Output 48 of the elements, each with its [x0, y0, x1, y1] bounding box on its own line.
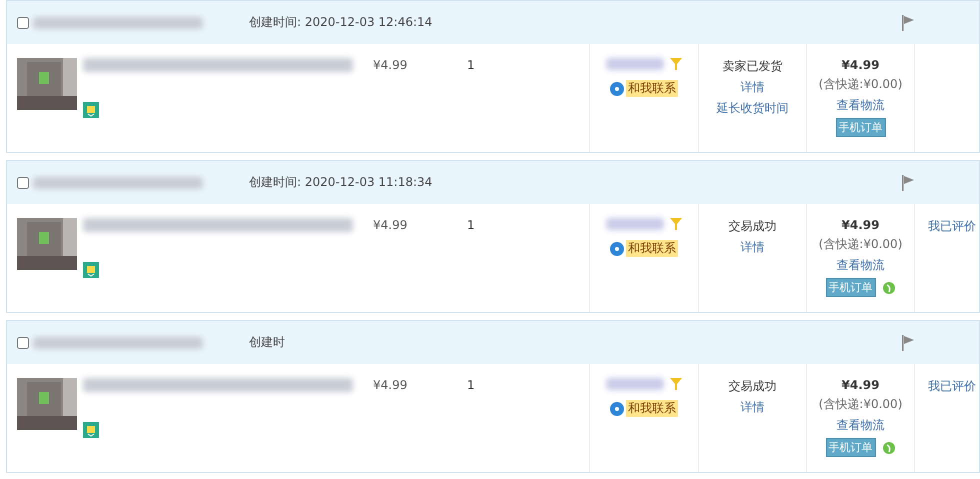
- status-link[interactable]: 详情: [740, 79, 764, 96]
- bag-icon: [83, 422, 99, 438]
- unit-price: ¥4.99: [373, 58, 408, 72]
- total-price: ¥4.99: [842, 218, 880, 232]
- status-link[interactable]: 详情: [740, 239, 764, 256]
- mobile-order-tag: 手机订单: [826, 438, 876, 457]
- total-price: ¥4.99: [842, 378, 880, 392]
- status-link[interactable]: 延长收货时间: [716, 100, 788, 117]
- logistics-link[interactable]: 查看物流: [836, 257, 884, 274]
- chat-icon: [610, 402, 624, 416]
- chat-icon: [610, 242, 624, 256]
- order-status: 交易成功: [728, 218, 776, 235]
- quantity: 1: [467, 58, 475, 72]
- order-checkbox[interactable]: [17, 176, 29, 188]
- mobile-order-tag: 手机订单: [826, 278, 876, 297]
- created-time: 创建时: [249, 334, 285, 351]
- blurred-seller-name: [606, 218, 664, 230]
- chat-icon: [610, 82, 624, 96]
- shipping-fee: (含快递:¥0.00): [818, 396, 902, 413]
- flag-icon[interactable]: [901, 334, 915, 350]
- funnel-icon: [670, 218, 682, 230]
- total-price: ¥4.99: [842, 58, 880, 72]
- unit-price: ¥4.99: [373, 378, 408, 392]
- funnel-icon: [670, 378, 682, 390]
- created-time: 创建时间: 2020-12-03 12:46:14: [249, 14, 432, 31]
- order-checkbox[interactable]: [17, 16, 29, 28]
- blurred-seller-name: [606, 378, 664, 390]
- flag-icon[interactable]: [901, 14, 915, 30]
- unit-price: ¥4.99: [373, 218, 408, 232]
- order-checkbox[interactable]: [17, 336, 29, 348]
- funnel-icon: [670, 58, 682, 70]
- logistics-link[interactable]: 查看物流: [836, 97, 884, 114]
- shipping-fee: (含快递:¥0.00): [818, 76, 902, 93]
- status-link[interactable]: 详情: [740, 399, 764, 416]
- shipping-fee: (含快递:¥0.00): [818, 236, 902, 253]
- bag-icon: [83, 102, 99, 118]
- bag-icon: [83, 262, 99, 278]
- logistics-link[interactable]: 查看物流: [836, 417, 884, 434]
- mobile-order-tag: 手机订单: [836, 118, 886, 137]
- blurred-seller-name: [606, 58, 664, 70]
- order-status: 交易成功: [728, 378, 776, 395]
- review-link[interactable]: 我已评价: [928, 218, 976, 235]
- quantity: 1: [467, 378, 475, 392]
- flag-icon[interactable]: [901, 174, 915, 190]
- order-status: 卖家已发货: [722, 58, 782, 75]
- quantity: 1: [467, 218, 475, 232]
- review-link[interactable]: 我已评价: [928, 378, 976, 395]
- created-time: 创建时间: 2020-12-03 11:18:34: [249, 174, 432, 191]
